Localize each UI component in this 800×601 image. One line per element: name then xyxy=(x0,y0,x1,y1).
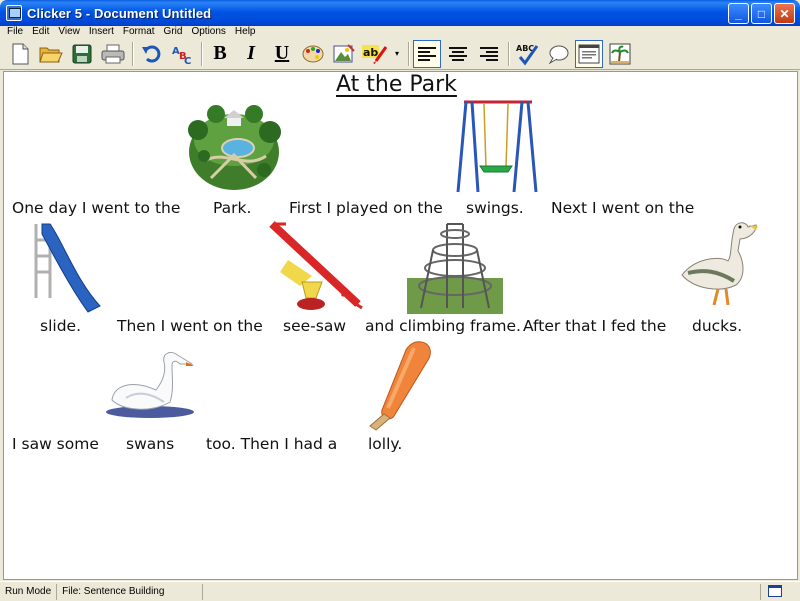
toolbar-separator xyxy=(132,41,133,66)
palette-icon xyxy=(302,45,324,62)
align-left-button[interactable] xyxy=(413,39,441,68)
new-document-button[interactable] xyxy=(6,40,34,68)
sentence-text: I saw some xyxy=(12,435,99,453)
speech-bubble-icon xyxy=(548,45,569,64)
document-title: At the Park xyxy=(336,72,457,97)
align-center-button[interactable] xyxy=(444,40,472,68)
menu-format[interactable]: Format xyxy=(119,26,160,38)
swan-picture[interactable] xyxy=(104,350,196,420)
sentence-text: First I played on the xyxy=(289,199,443,217)
menu-bar: File Edit View Insert Format Grid Option… xyxy=(0,26,800,38)
toolbar-separator xyxy=(508,41,509,66)
spelling-abc-button[interactable]: A B C xyxy=(168,40,196,68)
app-icon[interactable] xyxy=(6,5,22,21)
colour-palette-button[interactable] xyxy=(299,40,327,68)
minimize-button[interactable]: _ xyxy=(728,3,749,24)
picture-word-swings[interactable]: swings. xyxy=(466,199,524,217)
window-title: Clicker 5 - Document Untitled xyxy=(27,5,212,21)
sentence-text: After that I fed the xyxy=(523,317,667,335)
picture-word-lolly[interactable]: lolly. xyxy=(368,435,402,453)
picture-word-slide[interactable]: slide. xyxy=(40,317,81,335)
italic-button[interactable]: I xyxy=(237,40,265,68)
palm-tree-icon xyxy=(609,43,631,64)
park-picture[interactable] xyxy=(186,100,282,194)
menu-grid[interactable]: Grid xyxy=(160,26,188,38)
spell-highlight-button[interactable]: ab xyxy=(361,40,389,68)
toolbar-separator xyxy=(408,41,409,66)
picture-word-park[interactable]: Park. xyxy=(213,199,251,217)
toolbar-separator xyxy=(201,41,202,66)
sentence-text: Then I went on the xyxy=(117,317,263,335)
status-mode: Run Mode xyxy=(0,583,58,600)
window-controls: _ □ ✕ xyxy=(728,3,795,24)
floppy-disk-icon xyxy=(72,44,92,63)
align-center-icon xyxy=(449,46,467,61)
status-file: File: Sentence Building xyxy=(57,583,204,600)
svg-text:C: C xyxy=(184,56,191,65)
menu-help[interactable]: Help xyxy=(231,26,261,38)
undo-arrow-icon xyxy=(142,45,161,62)
sentence-text: too. Then I had a xyxy=(206,435,338,453)
picture-word-see-saw[interactable]: see-saw xyxy=(283,317,346,335)
print-button[interactable] xyxy=(99,40,127,68)
spell-highlight-dropdown[interactable]: ▾ xyxy=(392,40,402,68)
abc-checkmark-icon: ABC xyxy=(516,44,539,65)
folder-open-icon xyxy=(39,47,63,62)
align-right-button[interactable] xyxy=(475,40,503,68)
bold-button[interactable]: B xyxy=(206,40,234,68)
undo-button[interactable] xyxy=(137,40,165,68)
menu-insert[interactable]: Insert xyxy=(85,26,119,38)
duck-picture[interactable] xyxy=(674,215,764,311)
maximize-button[interactable]: □ xyxy=(751,3,772,24)
climbing-frame-picture[interactable] xyxy=(407,220,503,314)
align-right-icon xyxy=(480,46,498,61)
picture-word-ducks[interactable]: ducks. xyxy=(692,317,742,335)
picture-icon xyxy=(333,43,355,62)
spelling-highlighter-icon: ab xyxy=(362,44,388,64)
new-document-icon xyxy=(12,43,29,64)
window-mode-icon[interactable] xyxy=(768,585,782,597)
picture-word-swans[interactable]: swans xyxy=(126,435,174,453)
sentence-text: Next I went on the xyxy=(551,199,695,217)
status-bar: Run Mode File: Sentence Building xyxy=(0,581,800,601)
insert-picture-button[interactable] xyxy=(330,40,358,68)
sentence-text: One day I went to the xyxy=(12,199,181,217)
title-bar: Clicker 5 - Document Untitled _ □ ✕ xyxy=(0,0,800,26)
swing-picture[interactable] xyxy=(456,100,538,194)
save-button[interactable] xyxy=(68,40,96,68)
document-window-icon xyxy=(578,44,600,63)
menu-edit[interactable]: Edit xyxy=(28,26,54,38)
speech-bubble-button[interactable] xyxy=(544,40,572,68)
see-saw-picture[interactable] xyxy=(266,220,366,314)
document-area[interactable]: At the Park One day I went to the Park. … xyxy=(3,71,798,580)
open-button[interactable] xyxy=(37,40,65,68)
svg-text:ab: ab xyxy=(363,46,378,59)
menu-view[interactable]: View xyxy=(54,26,85,38)
toolbar: A B C B I U ab ▾ ABC xyxy=(0,38,800,70)
abc-spelling-icon: A B C xyxy=(172,46,191,65)
lolly-picture[interactable] xyxy=(354,338,434,432)
printer-icon xyxy=(101,44,125,63)
underline-button[interactable]: U xyxy=(268,40,296,68)
close-button[interactable]: ✕ xyxy=(774,3,795,24)
spell-check-button[interactable]: ABC xyxy=(513,40,541,68)
menu-options[interactable]: Options xyxy=(187,26,230,38)
align-left-icon xyxy=(418,46,436,61)
slide-picture[interactable] xyxy=(32,220,104,314)
picture-word-climbing-frame[interactable]: and climbing frame. xyxy=(365,317,521,335)
document-view-button[interactable] xyxy=(575,39,603,68)
status-separator xyxy=(760,584,761,600)
picture-grid-button[interactable] xyxy=(606,40,634,68)
menu-file[interactable]: File xyxy=(3,26,28,38)
